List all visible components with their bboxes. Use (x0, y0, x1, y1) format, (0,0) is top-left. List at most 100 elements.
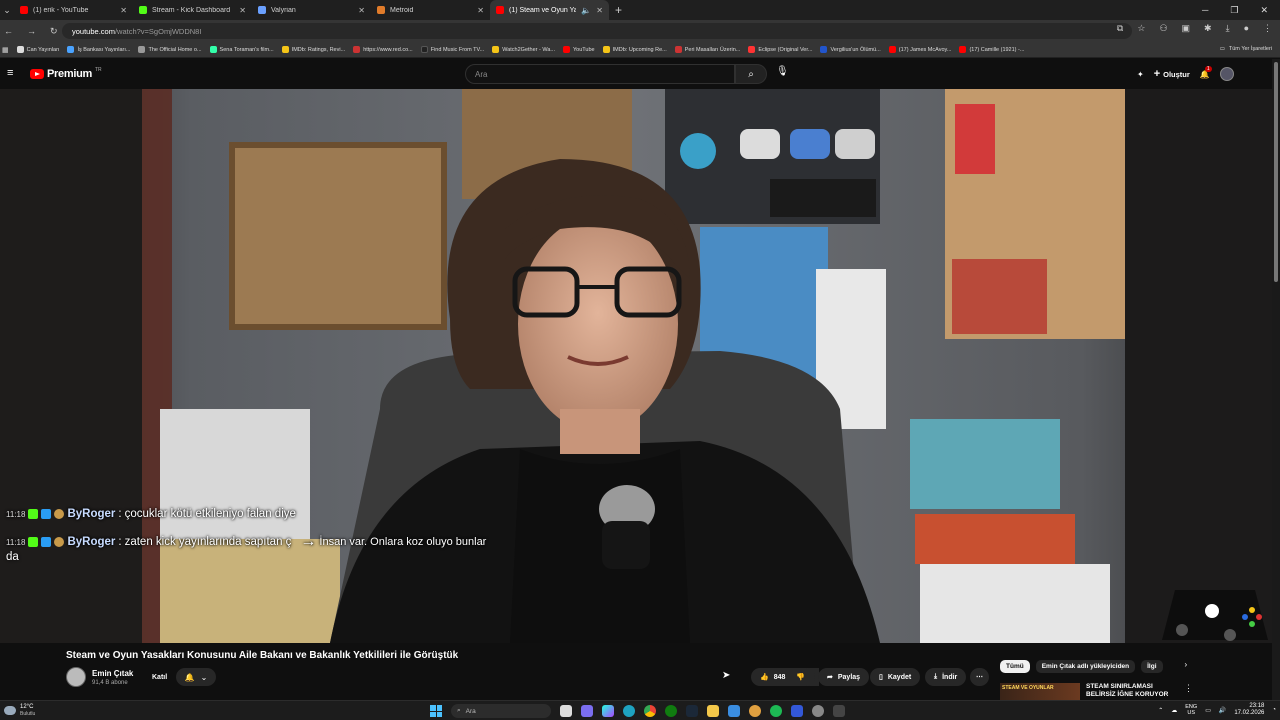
browser-tab[interactable]: Metroid ✕ (371, 0, 490, 20)
windows-start-icon[interactable] (430, 705, 442, 717)
bookmark-item[interactable]: Watch2Gether - Wa... (492, 46, 555, 53)
close-tab-icon[interactable]: ✕ (239, 6, 246, 15)
chrome-icon[interactable] (644, 705, 656, 717)
bookmark-item[interactable]: (17) James McAvoy... (888, 46, 951, 53)
share-button[interactable]: ➦ Paylaş (818, 668, 870, 686)
maximize-icon[interactable]: ❐ (1230, 5, 1238, 16)
browser-tab[interactable]: Valyrian ✕ (252, 0, 371, 20)
new-tab-icon[interactable]: + (615, 3, 622, 17)
forward-icon[interactable]: → (27, 26, 36, 37)
bookmark-item[interactable]: YouTube (563, 46, 595, 53)
save-button[interactable]: ▯ Kaydet (870, 668, 921, 686)
bookmark-item[interactable]: Find Music From TV... (420, 46, 484, 53)
xbox-icon[interactable] (665, 705, 677, 717)
settings-gear-icon[interactable] (812, 705, 824, 717)
search-input[interactable]: Ara (465, 64, 735, 84)
notification-center-icon[interactable]: ◔ (1272, 707, 1276, 713)
chip-from-uploader[interactable]: Emin Çıtak adlı yükleyiciden (1035, 660, 1136, 673)
gamepad-overlay-icon (1162, 590, 1268, 641)
create-button[interactable]: + Oluştur (1154, 68, 1190, 80)
video-info: Steam ve Oyun Yasakları Konusunu Aile Ba… (0, 643, 1272, 700)
more-vert-icon[interactable]: ⋮ (1184, 683, 1193, 694)
browser-tab[interactable]: (1) erik - YouTube ✕ (14, 0, 133, 20)
clock[interactable]: 23:18 17.02.2026 (1234, 703, 1264, 717)
profile-icon[interactable]: ● (1244, 23, 1249, 34)
task-view-icon[interactable] (560, 705, 572, 717)
download-icon[interactable]: ⤓ (1226, 23, 1230, 34)
language-indicator[interactable]: ENG US (1185, 704, 1197, 716)
youtube-premium-logo[interactable]: Premium TR (30, 67, 102, 80)
speaker-icon[interactable]: 🔈 (581, 6, 591, 15)
chevron-right-icon[interactable]: › (1185, 660, 1188, 673)
translate-icon[interactable]: ▣ (1182, 23, 1191, 34)
bookmark-item[interactable]: Can Yayınları (16, 46, 59, 53)
address-input[interactable]: youtube.com/watch?v=SgOmjWDDN8I (62, 23, 1132, 39)
bookmark-favicon-icon (820, 46, 828, 53)
bookmark-item[interactable]: İş Bankası Yayınları... (67, 46, 130, 53)
page-scrollbar-thumb[interactable] (1274, 62, 1278, 282)
microphone-icon[interactable]: 🎙 (776, 66, 789, 77)
join-button[interactable]: Katıl (144, 669, 175, 686)
bookmark-item[interactable]: Vergilius'un Ölümü... (820, 46, 881, 53)
close-tab-icon[interactable]: ✕ (596, 6, 603, 15)
all-bookmarks-button[interactable]: ▭ Tüm Yer İşaretleri (1220, 46, 1272, 52)
close-tab-icon[interactable]: ✕ (477, 6, 484, 15)
bookmark-item[interactable]: https://www.red.co... (353, 46, 413, 53)
video-editor-icon[interactable] (833, 705, 845, 717)
subscription-bell-button[interactable]: 🔔 ⌄ (176, 668, 216, 686)
reload-icon[interactable]: ↻ (50, 26, 58, 37)
chip-related[interactable]: İlgi (1141, 660, 1163, 673)
minimize-icon[interactable]: ─ (1202, 5, 1208, 15)
spotify-icon[interactable] (770, 705, 782, 717)
close-tab-icon[interactable]: ✕ (120, 6, 127, 15)
dislike-button[interactable]: 👎 (789, 668, 815, 686)
extension-icon[interactable]: ⚇ (1159, 23, 1167, 34)
search-button[interactable]: ⌕ (735, 64, 767, 84)
recommended-video[interactable]: STEAM VE OYUNLAR STEAM SINIRLAMASI BELİR… (1000, 683, 1193, 700)
download-arrow-icon: ⤓ (934, 673, 938, 680)
chip-all[interactable]: Tümü (1000, 660, 1030, 673)
browser-tab[interactable]: Stream - Kick Dashboard ✕ (133, 0, 252, 20)
close-tab-icon[interactable]: ✕ (358, 6, 365, 15)
channel-avatar[interactable] (66, 667, 86, 687)
network-icon[interactable]: ▭ (1205, 707, 1211, 714)
close-window-icon[interactable]: ✕ (1260, 5, 1268, 16)
onedrive-icon[interactable]: ☁ (1171, 707, 1177, 714)
file-explorer-icon[interactable] (707, 705, 719, 717)
bookmark-favicon-icon (674, 46, 682, 53)
game-icon[interactable] (749, 705, 761, 717)
copilot-icon[interactable] (602, 705, 614, 717)
bookmark-item[interactable]: IMDb: Ratings, Revi... (281, 46, 345, 53)
avatar[interactable] (1219, 67, 1234, 81)
taskbar-search[interactable]: ⌕ Ara (451, 704, 551, 718)
bookmark-item[interactable]: The Official Home o... (138, 46, 202, 53)
menu-hamburger-icon[interactable]: ≡ (7, 68, 17, 79)
steam-icon[interactable] (686, 705, 698, 717)
back-icon[interactable]: ← (4, 26, 13, 37)
channel-name[interactable]: Emin Çıtak (92, 669, 133, 678)
app-icon[interactable] (791, 705, 803, 717)
weather-widget[interactable]: 12°C Bulutlu (4, 704, 35, 717)
download-button[interactable]: ⤓ İndir (925, 668, 967, 686)
apps-grid-icon[interactable]: ▦ (2, 46, 9, 54)
menu-dots-icon[interactable]: ⋮ (1263, 23, 1272, 34)
tab-search-icon[interactable]: ⌄ (0, 0, 14, 20)
photos-icon[interactable] (728, 705, 740, 717)
bookmark-item[interactable]: IMDb: Upcoming Re... (602, 46, 667, 53)
browser-tab-active[interactable]: (1) Steam ve Oyun Yasakları🔈✕ (490, 0, 609, 20)
edge-icon[interactable] (623, 705, 635, 717)
bookmark-item[interactable]: (17) Camille (1921) -... (959, 46, 1024, 53)
bookmark-item[interactable]: Peri Masalları Üzerin... (674, 46, 740, 53)
bookmark-item[interactable]: Sena Toraman's film... (209, 46, 274, 53)
notifications-bell-icon[interactable]: 🔔 1 (1200, 65, 1212, 79)
video-player[interactable]: 11:18 ByRoger: çocuklar kötü etkileniyo … (0, 89, 1272, 643)
bookmark-star-icon[interactable]: ☆ (1137, 23, 1145, 34)
chat-app-icon[interactable] (581, 705, 593, 717)
chevron-up-icon[interactable]: ⌃ (1158, 707, 1163, 714)
gem-icon[interactable]: ✦ (1137, 70, 1144, 79)
volume-icon[interactable]: 🔊 (1219, 707, 1226, 714)
extensions-puzzle-icon[interactable]: ✱ (1204, 23, 1212, 34)
install-app-icon[interactable]: ⧉ (1117, 23, 1123, 34)
bookmark-item[interactable]: Eclipse (Original Ver... (748, 46, 812, 53)
more-actions-button[interactable]: ⋯ (970, 668, 989, 686)
